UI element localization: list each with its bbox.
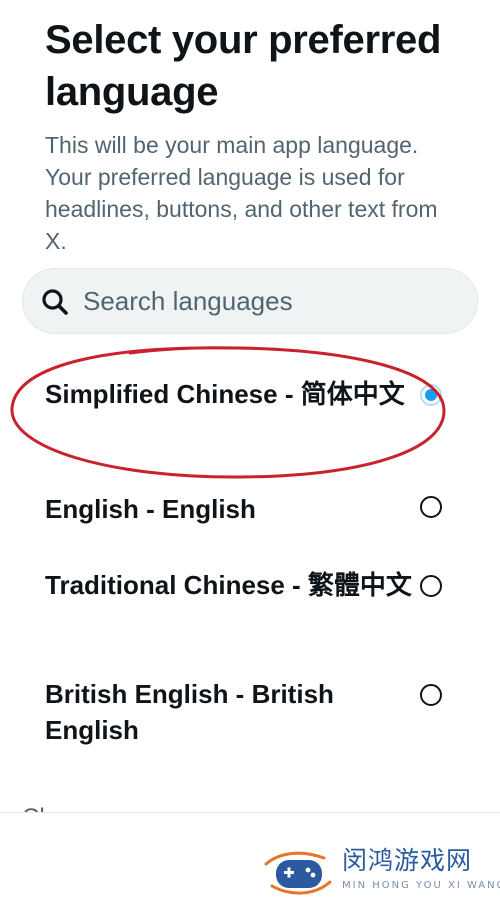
language-option-british-english[interactable]: British English - British English xyxy=(0,676,500,756)
radio-button[interactable] xyxy=(420,496,442,518)
language-label: British English - British English xyxy=(45,679,334,745)
language-option-english[interactable]: English - English xyxy=(0,491,500,531)
watermark: 闵鸿游戏网 MIN HONG YOU XI WANG xyxy=(262,842,500,902)
page-subtitle: This will be your main app language. You… xyxy=(45,132,438,254)
partially-visible-section-label: Ch xyxy=(22,800,52,812)
watermark-title: 闵鸿游戏网 xyxy=(342,846,473,875)
search-icon xyxy=(42,289,68,315)
language-option-traditional-chinese[interactable]: Traditional Chinese - 繁體中文 xyxy=(0,567,500,647)
language-label: Traditional Chinese - 繁體中文 xyxy=(45,570,412,600)
divider xyxy=(0,812,500,813)
language-label: English - English xyxy=(45,494,256,524)
search-input[interactable] xyxy=(83,269,463,333)
language-option-simplified-chinese[interactable]: Simplified Chinese - 简体中文 xyxy=(0,376,500,456)
language-label: Simplified Chinese - 简体中文 xyxy=(45,379,405,409)
page-title: Select your preferred language xyxy=(45,18,442,114)
search-bar[interactable] xyxy=(22,268,478,334)
radio-button-selected[interactable] xyxy=(420,384,442,406)
radio-button[interactable] xyxy=(420,684,442,706)
gamepad-logo-icon xyxy=(264,851,332,895)
watermark-subtitle: MIN HONG YOU XI WANG xyxy=(342,880,500,891)
radio-button[interactable] xyxy=(420,575,442,597)
